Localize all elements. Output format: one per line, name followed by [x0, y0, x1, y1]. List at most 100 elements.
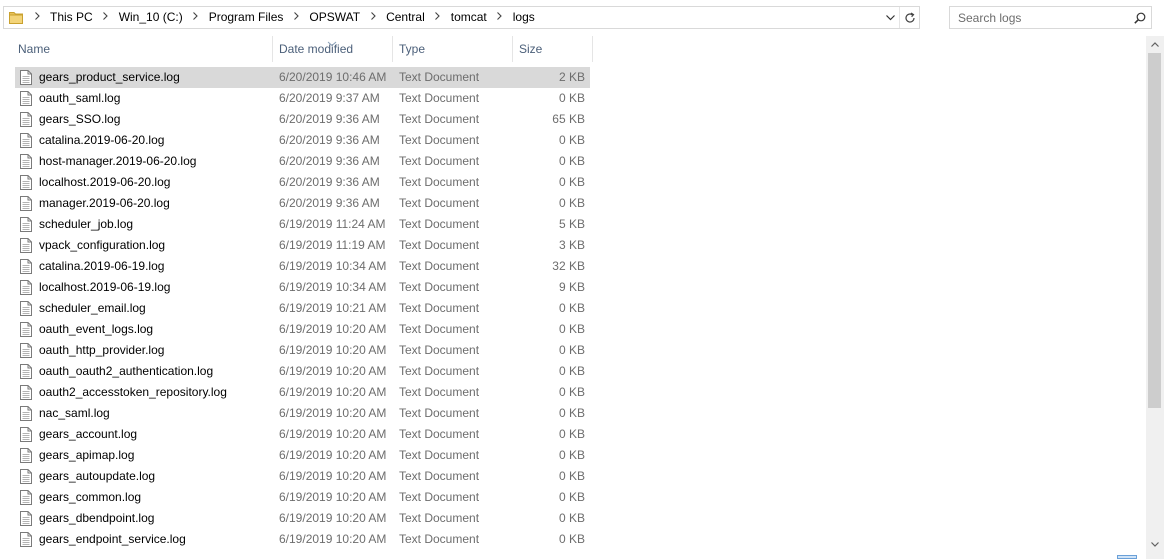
column-divider[interactable] — [592, 36, 593, 62]
search-box[interactable] — [949, 6, 1152, 29]
file-size: 0 KB — [558, 511, 585, 525]
file-size: 0 KB — [558, 448, 585, 462]
file-name: vpack_configuration.log — [39, 238, 166, 252]
file-date-modified: 6/19/2019 10:20 AM — [279, 427, 387, 441]
text-document-icon — [20, 406, 36, 421]
file-date-modified: 6/20/2019 10:46 AM — [279, 70, 387, 84]
chevron-right-icon[interactable] — [491, 12, 509, 23]
file-name: gears_common.log — [39, 490, 142, 504]
file-date-modified: 6/19/2019 10:34 AM — [279, 259, 387, 273]
file-row[interactable]: scheduler_email.log 6/19/2019 10:21 AM Tex… — [15, 298, 590, 319]
file-row[interactable]: localhost.2019-06-19.log 6/19/2019 10:34 … — [15, 277, 590, 298]
file-row[interactable]: vpack_configuration.log 6/19/2019 11:19 A… — [15, 235, 590, 256]
file-row[interactable]: catalina.2019-06-20.log 6/20/2019 9:36 AM… — [15, 130, 590, 151]
file-date-modified: 6/20/2019 9:36 AM — [279, 154, 380, 168]
file-row[interactable]: host-manager.2019-06-20.log 6/20/2019 9:3… — [15, 151, 590, 172]
chevron-right-icon[interactable] — [187, 12, 205, 23]
chevron-right-icon[interactable] — [429, 12, 447, 23]
file-row[interactable]: gears_account.log 6/19/2019 10:20 AM Text … — [15, 424, 590, 445]
scroll-down-icon[interactable] — [1146, 536, 1164, 553]
file-name: catalina.2019-06-19.log — [39, 259, 165, 273]
text-document-icon — [20, 175, 36, 190]
file-date-modified: 6/20/2019 9:36 AM — [279, 175, 380, 189]
column-header-size[interactable]: Size — [513, 36, 542, 62]
file-type: Text Document — [399, 196, 480, 210]
file-row[interactable]: gears_product_service.log 6/20/2019 10:46… — [15, 67, 590, 88]
column-header-name[interactable]: Name — [12, 36, 50, 62]
file-row[interactable]: gears_SSO.log 6/20/2019 9:36 AM Text Docum… — [15, 109, 590, 130]
file-date-modified: 6/19/2019 10:20 AM — [279, 364, 387, 378]
file-type: Text Document — [399, 280, 480, 294]
file-row[interactable]: oauth_http_provider.log 6/19/2019 10:20 A… — [15, 340, 590, 361]
file-date-modified: 6/20/2019 9:36 AM — [279, 112, 380, 126]
file-row[interactable]: gears_autoupdate.log 6/19/2019 10:20 AM Te… — [15, 466, 590, 487]
file-row[interactable]: oauth2_accesstoken_repository.log 6/19/20… — [15, 382, 590, 403]
text-document-icon — [20, 301, 36, 316]
file-size: 65 KB — [552, 112, 585, 126]
refresh-icon[interactable] — [899, 7, 919, 28]
file-row[interactable]: gears_common.log 6/19/2019 10:20 AM Text D… — [15, 487, 590, 508]
file-name: scheduler_job.log — [39, 217, 134, 231]
chevron-right-icon[interactable] — [97, 12, 115, 23]
breadcrumb-item[interactable]: OPSWAT — [305, 7, 364, 28]
breadcrumb-item[interactable]: This PC — [46, 7, 97, 28]
file-row[interactable]: scheduler_job.log 6/19/2019 11:24 AM Text … — [15, 214, 590, 235]
chevron-down-icon[interactable] — [881, 7, 899, 28]
file-row[interactable]: oauth_event_logs.log 6/19/2019 10:20 AM Te… — [15, 319, 590, 340]
column-header-date-modified[interactable]: Date modified — [273, 36, 353, 62]
text-document-icon — [20, 364, 36, 379]
file-row[interactable]: manager.2019-06-20.log 6/20/2019 9:36 AM T… — [15, 193, 590, 214]
chevron-right-icon[interactable] — [287, 12, 305, 23]
file-row[interactable]: gears_apimap.log 6/19/2019 10:20 AM Text D… — [15, 445, 590, 466]
file-list: gears_product_service.log 6/20/2019 10:46… — [15, 67, 590, 550]
breadcrumb-item[interactable]: tomcat — [447, 7, 491, 28]
column-header-type[interactable]: Type — [393, 36, 425, 62]
text-document-icon — [20, 511, 36, 526]
text-document-icon — [20, 154, 36, 169]
file-row[interactable]: localhost.2019-06-20.log 6/20/2019 9:36 A… — [15, 172, 590, 193]
file-date-modified: 6/19/2019 11:19 AM — [279, 238, 386, 252]
file-type: Text Document — [399, 154, 480, 168]
text-document-icon — [20, 238, 36, 253]
file-name: localhost.2019-06-20.log — [39, 175, 171, 189]
address-bar[interactable]: This PC Win_10 (C:) Program Files OPSWAT Cen… — [3, 6, 920, 29]
scroll-up-icon[interactable] — [1146, 36, 1164, 53]
file-size: 0 KB — [558, 427, 585, 441]
chevron-right-icon[interactable] — [364, 12, 382, 23]
file-name: oauth_event_logs.log — [39, 322, 154, 336]
breadcrumb-item[interactable]: Central — [382, 7, 429, 28]
file-row[interactable]: nac_saml.log 6/19/2019 10:20 AM Text Docum… — [15, 403, 590, 424]
file-size: 0 KB — [558, 322, 585, 336]
chevron-right-icon[interactable] — [28, 12, 46, 23]
view-toggle-button[interactable] — [1117, 555, 1137, 559]
file-row[interactable]: gears_dbendpoint.log 6/19/2019 10:20 AM Te… — [15, 508, 590, 529]
vertical-scrollbar[interactable] — [1146, 36, 1164, 559]
file-type: Text Document — [399, 259, 480, 273]
text-document-icon — [20, 322, 36, 337]
file-type: Text Document — [399, 385, 480, 399]
scrollbar-thumb[interactable] — [1148, 53, 1161, 408]
text-document-icon — [20, 70, 36, 85]
file-row[interactable]: oauth_oauth2_authentication.log 6/19/2019… — [15, 361, 590, 382]
file-type: Text Document — [399, 238, 480, 252]
file-name: catalina.2019-06-20.log — [39, 133, 165, 147]
file-size: 0 KB — [558, 490, 585, 504]
text-document-icon — [20, 196, 36, 211]
breadcrumb-item[interactable]: Program Files — [205, 7, 288, 28]
file-size: 0 KB — [558, 364, 585, 378]
breadcrumb-item[interactable]: logs — [509, 7, 539, 28]
file-name: scheduler_email.log — [39, 301, 146, 315]
search-icon[interactable] — [1129, 7, 1151, 28]
file-type: Text Document — [399, 427, 480, 441]
file-type: Text Document — [399, 364, 480, 378]
file-date-modified: 6/19/2019 10:20 AM — [279, 322, 387, 336]
file-size: 0 KB — [558, 532, 585, 546]
breadcrumb-item[interactable]: Win_10 (C:) — [115, 7, 187, 28]
file-row[interactable]: catalina.2019-06-19.log 6/19/2019 10:34 A… — [15, 256, 590, 277]
file-row[interactable]: gears_endpoint_service.log 6/19/2019 10:2… — [15, 529, 590, 550]
search-input[interactable] — [950, 7, 1129, 28]
file-row[interactable]: oauth_saml.log 6/20/2019 9:37 AM Text Docu… — [15, 88, 590, 109]
file-date-modified: 6/19/2019 10:20 AM — [279, 469, 387, 483]
file-type: Text Document — [399, 448, 480, 462]
file-type: Text Document — [399, 175, 480, 189]
